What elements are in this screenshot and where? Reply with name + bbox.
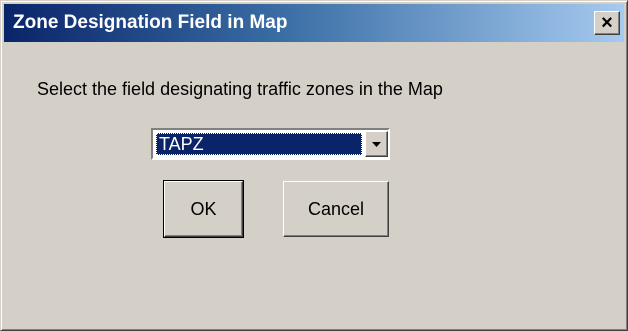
prompt-label: Select the field designating traffic zon… [37,79,443,99]
dropdown-button[interactable] [365,131,388,157]
title-bar[interactable]: Zone Designation Field in Map × [4,4,624,42]
field-select-value[interactable]: TAPZ [156,133,362,155]
close-button[interactable]: × [594,11,620,35]
close-icon: × [601,12,613,34]
cancel-button[interactable]: Cancel [283,181,389,237]
dialog-window: Zone Designation Field in Map × Select t… [0,0,628,331]
chevron-down-icon [372,141,381,147]
dialog-title: Zone Designation Field in Map [13,12,288,33]
field-select[interactable]: TAPZ [151,128,390,160]
ok-button[interactable]: OK [163,180,244,238]
